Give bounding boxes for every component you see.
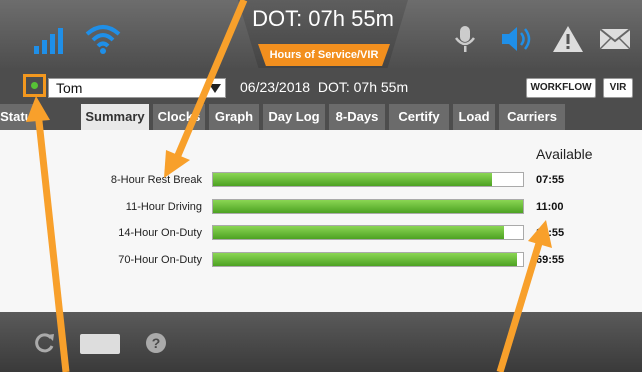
hos-vir-tab[interactable]: Hours of Service/VIR bbox=[258, 44, 390, 66]
row-available-value: 13:55 bbox=[536, 227, 565, 239]
workflow-button[interactable]: WORKFLOW bbox=[526, 78, 596, 98]
log-date: 06/23/2018 bbox=[240, 79, 311, 95]
tab-load[interactable]: Load bbox=[453, 104, 495, 130]
status-led-icon bbox=[31, 82, 38, 89]
tab-8-days[interactable]: 8-Days bbox=[329, 104, 385, 130]
microphone-icon[interactable] bbox=[452, 24, 478, 54]
available-column-header: Available bbox=[536, 146, 593, 162]
tab-clocks[interactable]: Clocks bbox=[153, 104, 205, 130]
row-available-value: 07:55 bbox=[536, 174, 565, 186]
help-icon[interactable]: ? bbox=[146, 333, 166, 353]
vir-button[interactable]: VIR bbox=[603, 78, 633, 98]
tab-graph[interactable]: Graph bbox=[209, 104, 259, 130]
speaker-icon[interactable] bbox=[500, 24, 536, 54]
wifi-icon bbox=[85, 25, 121, 54]
rest-break-progress-bar bbox=[212, 172, 524, 187]
driver-name: Tom bbox=[56, 80, 83, 96]
row-available-value: 69:55 bbox=[536, 254, 565, 266]
bar-fill bbox=[213, 173, 492, 186]
keyboard-icon[interactable] bbox=[80, 334, 120, 354]
tab-certify[interactable]: Certify bbox=[389, 104, 449, 130]
tab-summary[interactable]: Summary bbox=[81, 104, 149, 130]
on-duty-70-progress-bar bbox=[212, 252, 524, 267]
driver-date-clock: 06/23/2018 DOT: 07h 55m bbox=[240, 79, 408, 95]
chevron-down-icon bbox=[209, 84, 221, 93]
row-label: 11-Hour Driving bbox=[125, 201, 202, 213]
driver-status-indicator[interactable] bbox=[23, 74, 46, 97]
driving-progress-bar bbox=[212, 199, 524, 214]
tab-day-log[interactable]: Day Log bbox=[263, 104, 325, 130]
row-label: 70-Hour On-Duty bbox=[118, 254, 202, 266]
tab-status[interactable]: Status bbox=[0, 104, 40, 130]
row-available-value: 11:00 bbox=[536, 201, 564, 213]
refresh-icon[interactable] bbox=[34, 332, 56, 354]
driver-dot-clock: DOT: 07h 55m bbox=[317, 79, 409, 95]
on-duty-14-progress-bar bbox=[212, 225, 524, 240]
bar-fill bbox=[213, 253, 517, 266]
bar-fill bbox=[213, 226, 505, 239]
bar-fill bbox=[213, 200, 523, 213]
mail-icon[interactable] bbox=[598, 24, 632, 54]
row-label: 14-Hour On-Duty bbox=[118, 227, 202, 239]
driver-select[interactable]: Tom bbox=[48, 78, 226, 98]
warning-icon[interactable] bbox=[552, 24, 584, 54]
tab-carriers[interactable]: Carriers bbox=[499, 104, 565, 130]
row-label: 8-Hour Rest Break bbox=[110, 174, 202, 186]
signal-icon bbox=[34, 28, 63, 54]
dot-clock-title: DOT: 07h 55m bbox=[252, 6, 394, 31]
